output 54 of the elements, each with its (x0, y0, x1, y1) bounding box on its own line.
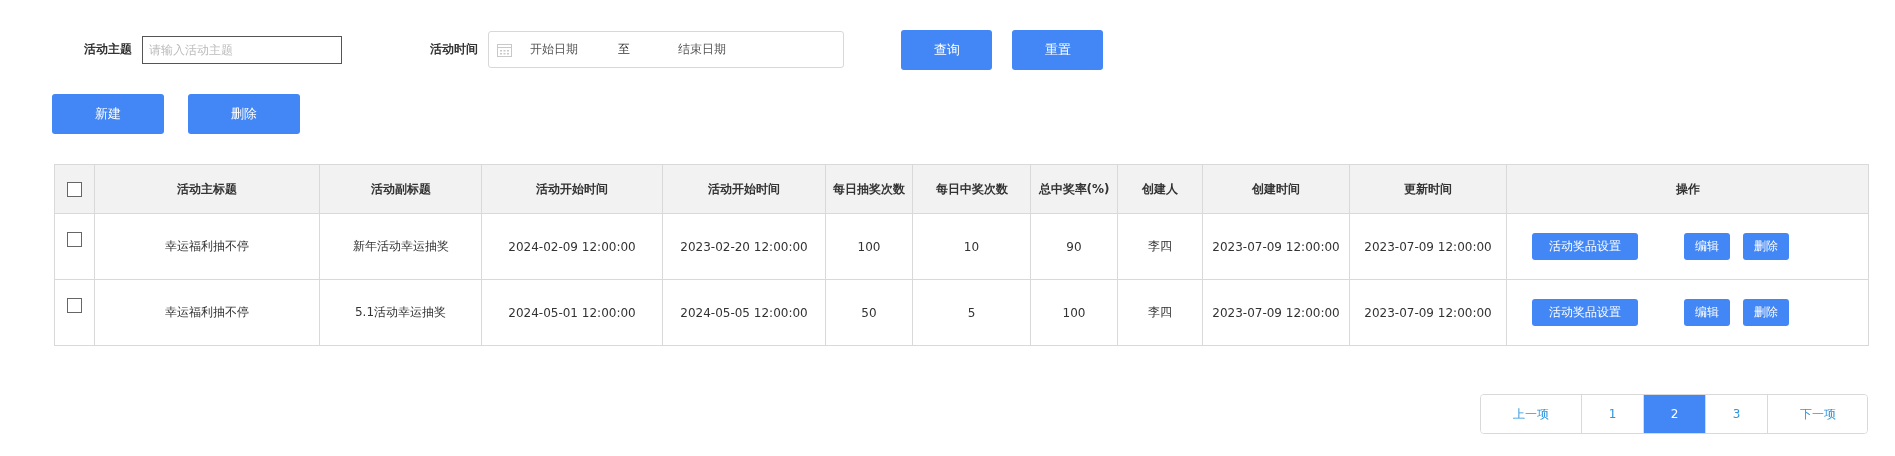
table-cell: 2024-05-01 12:00:00 (481, 279, 663, 346)
column-header: 操作 (1506, 164, 1869, 214)
delete-button[interactable]: 删除 (188, 94, 300, 134)
field-label: 活动时间 (430, 41, 478, 58)
table-cell: 李四 (1117, 279, 1203, 346)
column-header: 活动主标题 (94, 164, 320, 214)
table-cell: 2023-07-09 12:00:00 (1202, 279, 1350, 346)
search-button[interactable]: 查询 (901, 29, 992, 70)
reset-button[interactable]: 重置 (1012, 29, 1103, 70)
table-cell: 新年活动幸运抽奖 (319, 213, 482, 280)
prize-settings-button[interactable]: 活动奖品设置 (1532, 233, 1638, 260)
table-cell: 90 (1030, 213, 1118, 280)
table-cell: 50 (825, 279, 913, 346)
field-label: 活动主题 (84, 41, 132, 58)
search-field[interactable]: 请输入活动主题 (142, 35, 342, 64)
table-cell: 2023-07-09 12:00:00 (1349, 213, 1507, 280)
delete-button[interactable]: 删除 (1743, 233, 1789, 260)
column-header: 活动开始时间 (481, 164, 663, 214)
calendar-icon (497, 42, 512, 57)
table-cell: 5 (912, 279, 1031, 346)
table-cell: 2023-02-20 12:00:00 (662, 213, 826, 280)
edit-button[interactable]: 编辑 (1684, 233, 1730, 260)
column-header: 创建人 (1117, 164, 1203, 214)
column-header: 活动副标题 (319, 164, 482, 214)
table-cell: 5.1活动幸运抽奖 (319, 279, 482, 346)
edit-button[interactable]: 编辑 (1684, 299, 1730, 326)
table-cell: 100 (1030, 279, 1118, 346)
column-header: 活动开始时间 (662, 164, 826, 214)
table-cell: 幸运福利抽不停 (94, 279, 320, 346)
column-header: 每日中奖次数 (912, 164, 1031, 214)
column-header: 每日抽奖次数 (825, 164, 913, 214)
table-cell: 李四 (1117, 213, 1203, 280)
date-range-field[interactable]: 开始日期 至 结束日期 (488, 31, 844, 68)
row-checkbox[interactable] (67, 298, 82, 313)
end-date-placeholder: 结束日期 (678, 41, 726, 58)
start-date-placeholder: 开始日期 (530, 41, 578, 58)
new-button[interactable]: 新建 (52, 94, 164, 134)
table-cell: 2024-05-05 12:00:00 (662, 279, 826, 346)
table-cell: 2023-07-09 12:00:00 (1202, 213, 1350, 280)
table-cell: 100 (825, 213, 913, 280)
delete-button[interactable]: 删除 (1743, 299, 1789, 326)
table-cell: 幸运福利抽不停 (94, 213, 320, 280)
select-all-checkbox[interactable] (67, 181, 82, 197)
table-cell: 2024-02-09 12:00:00 (481, 213, 663, 280)
row-checkbox[interactable] (67, 232, 82, 247)
page-button[interactable]: 下一项 (1767, 395, 1867, 433)
prize-settings-button[interactable]: 活动奖品设置 (1532, 299, 1638, 326)
table-cell: 2023-07-09 12:00:00 (1349, 279, 1507, 346)
column-header: 更新时间 (1349, 164, 1507, 214)
column-header: 总中奖率(%) (1030, 164, 1118, 214)
column-header: 创建时间 (1202, 164, 1350, 214)
page-button[interactable]: 2 (1643, 395, 1705, 433)
range-separator: 至 (618, 41, 630, 58)
table-cell: 10 (912, 213, 1031, 280)
